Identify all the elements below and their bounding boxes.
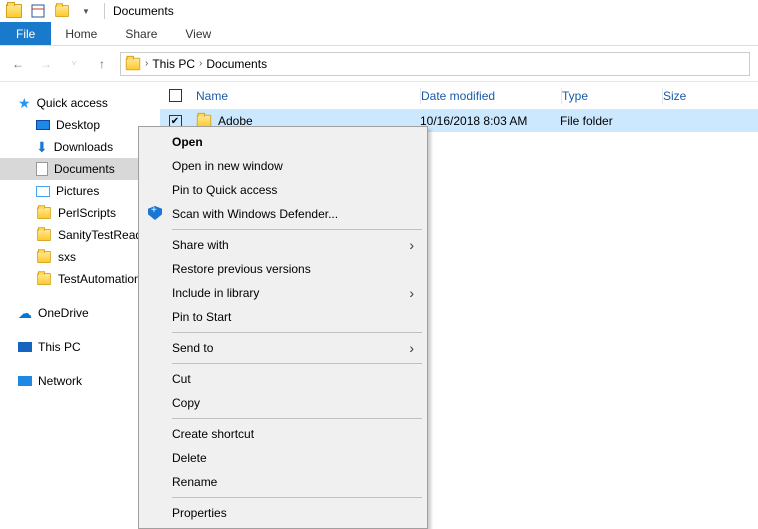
cloud-icon: ☁ [18,305,32,322]
sidebar-quick-access[interactable]: ★ Quick access [0,92,160,114]
file-date: 10/16/2018 8:03 AM [420,114,560,128]
file-type: File folder [560,114,660,128]
column-name[interactable]: Name [190,89,420,103]
sidebar-onedrive[interactable]: ☁ OneDrive [0,302,160,324]
ctx-label: Share with [172,238,229,252]
sidebar-item-label: Network [38,374,82,388]
ctx-label: Send to [172,341,213,355]
document-icon [36,162,48,176]
desktop-icon [36,120,50,130]
ctx-copy[interactable]: Copy [142,391,424,415]
sidebar-item-label: TestAutomation [58,272,141,286]
separator [172,363,422,364]
sidebar-downloads[interactable]: ⬇ Downloads [0,136,160,158]
recent-dropdown-icon[interactable]: ˅ [64,54,84,74]
folder-icon [36,206,52,220]
pc-icon [18,342,32,352]
chevron-right-icon[interactable]: › [145,58,148,69]
ctx-properties[interactable]: Properties [142,501,424,525]
up-button[interactable]: ↑ [92,54,112,74]
forward-button[interactable]: → [36,54,56,74]
breadcrumb-documents[interactable]: Documents [206,57,267,71]
ctx-open-new-window[interactable]: Open in new window [142,154,424,178]
ribbon-tabs: File Home Share View [0,22,758,46]
qat-customize-icon[interactable]: ▼ [76,1,96,21]
ctx-label: Scan with Windows Defender... [172,207,338,221]
ctx-pin-start[interactable]: Pin to Start [142,305,424,329]
ctx-pin-quick-access[interactable]: Pin to Quick access [142,178,424,202]
ctx-scan-defender[interactable]: Scan with Windows Defender... [142,202,424,226]
sidebar-item-label: Documents [54,162,115,176]
column-size[interactable]: Size [663,89,758,103]
separator [172,497,422,498]
window-title: Documents [113,4,174,18]
context-menu: Open Open in new window Pin to Quick acc… [138,126,428,529]
folder-icon [36,272,52,286]
tab-share[interactable]: Share [111,22,171,45]
sidebar-item-label: Downloads [54,140,113,154]
folder-icon [125,57,141,71]
ctx-rename[interactable]: Rename [142,470,424,494]
chevron-right-icon[interactable]: › [199,58,202,69]
picture-icon [36,186,50,197]
sidebar-sxs[interactable]: sxs [0,246,160,268]
separator [172,418,422,419]
column-date[interactable]: Date modified [421,89,561,103]
folder-icon [4,1,24,21]
ctx-share-with[interactable]: Share with › [142,233,424,257]
sidebar-network[interactable]: Network [0,370,160,392]
sidebar-item-label: PerlScripts [58,206,116,220]
download-icon: ⬇ [36,139,48,156]
ctx-cut[interactable]: Cut [142,367,424,391]
sidebar-pictures[interactable]: Pictures [0,180,160,202]
tab-file[interactable]: File [0,22,51,45]
sidebar-item-label: Pictures [56,184,99,198]
sidebar-sanitytest[interactable]: SanityTestReady [0,224,160,246]
sidebar-item-label: OneDrive [38,306,89,320]
sidebar-item-label: This PC [38,340,81,354]
sidebar-item-label: sxs [58,250,76,264]
navigation-pane: ★ Quick access Desktop ⬇ Downloads Documen… [0,82,160,516]
ctx-send-to[interactable]: Send to › [142,336,424,360]
qat-new-folder-icon[interactable] [52,1,72,21]
column-headers: Name Date modified Type Size [160,82,758,110]
column-type[interactable]: Type [562,89,662,103]
sidebar-thispc[interactable]: This PC [0,336,160,358]
qat-properties-icon[interactable] [28,1,48,21]
nav-bar: ← → ˅ ↑ › This PC › Documents [0,46,758,82]
ctx-open[interactable]: Open [142,130,424,154]
tab-home[interactable]: Home [51,22,111,45]
network-icon [18,376,32,386]
breadcrumb-thispc[interactable]: This PC [152,57,195,71]
folder-icon [36,228,52,242]
chevron-right-icon: › [409,237,414,253]
sidebar-testautomation[interactable]: TestAutomation [0,268,160,290]
folder-icon [36,250,52,264]
ctx-create-shortcut[interactable]: Create shortcut [142,422,424,446]
shield-icon [148,206,164,222]
select-all-checkbox[interactable] [169,89,182,102]
ctx-include-library[interactable]: Include in library › [142,281,424,305]
sidebar-documents[interactable]: Documents [0,158,160,180]
back-button[interactable]: ← [8,54,28,74]
sidebar-item-label: Quick access [37,96,108,110]
sidebar-perlscripts[interactable]: PerlScripts [0,202,160,224]
ctx-restore-versions[interactable]: Restore previous versions [142,257,424,281]
address-bar[interactable]: › This PC › Documents [120,52,750,76]
separator [172,332,422,333]
chevron-right-icon: › [409,285,414,301]
ctx-label: Include in library [172,286,259,300]
sidebar-item-label: Desktop [56,118,100,132]
sidebar-desktop[interactable]: Desktop [0,114,160,136]
sidebar-item-label: SanityTestReady [58,228,148,242]
star-icon: ★ [18,95,31,112]
title-bar: ▼ Documents [0,0,758,22]
separator [172,229,422,230]
ctx-delete[interactable]: Delete [142,446,424,470]
tab-view[interactable]: View [171,22,225,45]
chevron-right-icon: › [409,340,414,356]
